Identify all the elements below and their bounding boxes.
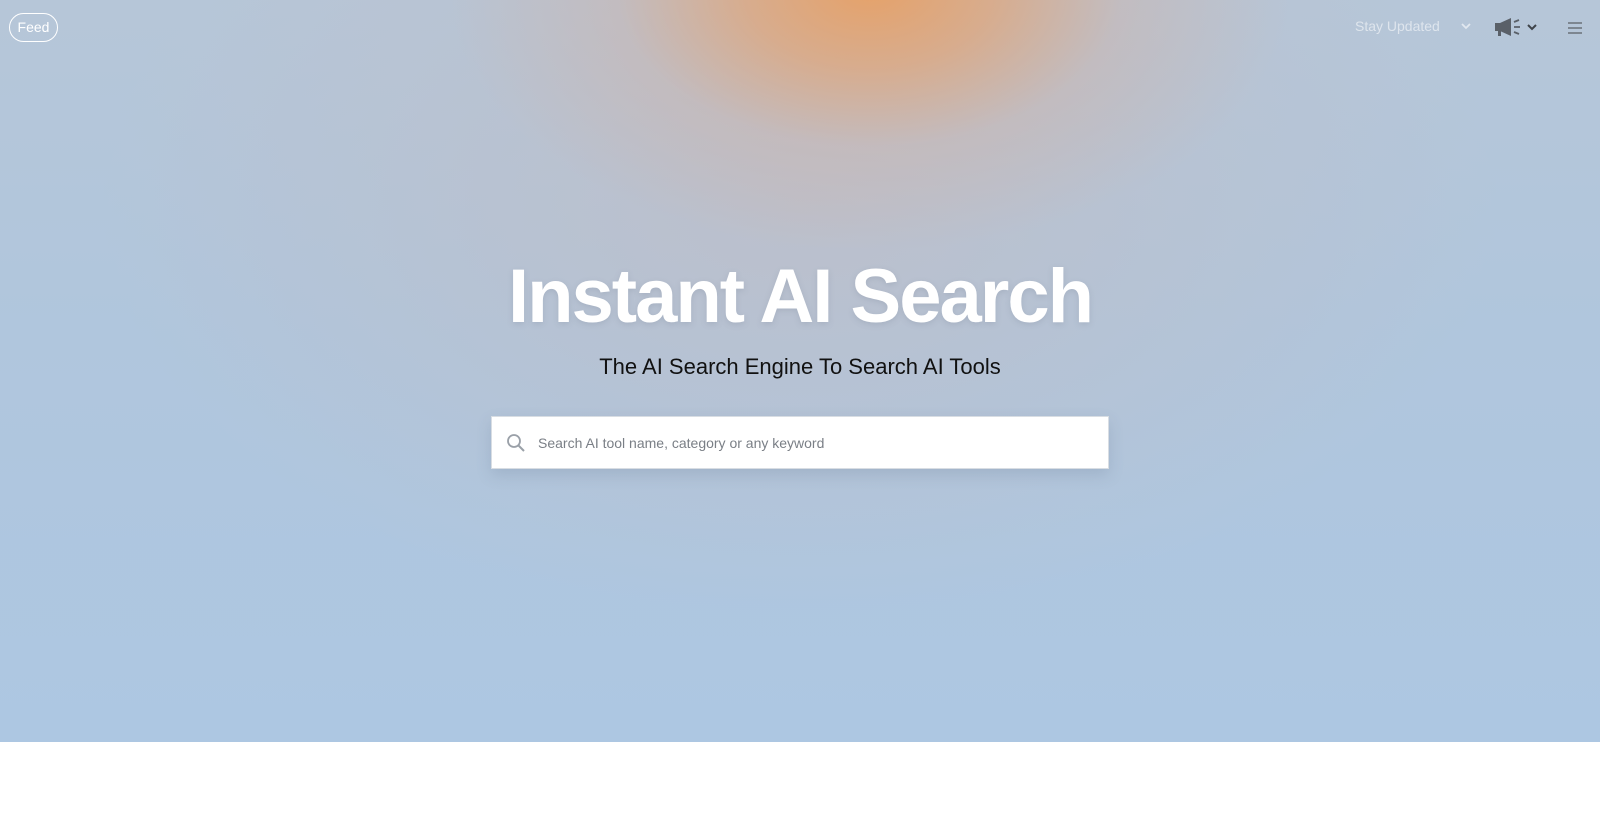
page-title: Instant AI Search (507, 254, 1094, 339)
chevron-down-icon (1527, 24, 1537, 31)
stay-updated-dropdown[interactable]: Stay Updated (1355, 18, 1472, 34)
chevron-down-icon (1461, 23, 1471, 30)
hero-section: Feed Stay Updated Instant AI Search The … (0, 0, 1600, 742)
search-icon (507, 433, 525, 452)
megaphone-icon (1495, 18, 1520, 36)
feed-button[interactable]: Feed (9, 13, 58, 42)
announcements-dropdown[interactable] (1494, 17, 1538, 37)
page-subtitle: The AI Search Engine To Search AI Tools (599, 354, 1001, 379)
stay-updated-label: Stay Updated (1355, 18, 1440, 34)
search-input[interactable] (536, 433, 1080, 452)
search-bar[interactable] (491, 416, 1109, 469)
hamburger-menu-icon[interactable] (1567, 21, 1583, 35)
